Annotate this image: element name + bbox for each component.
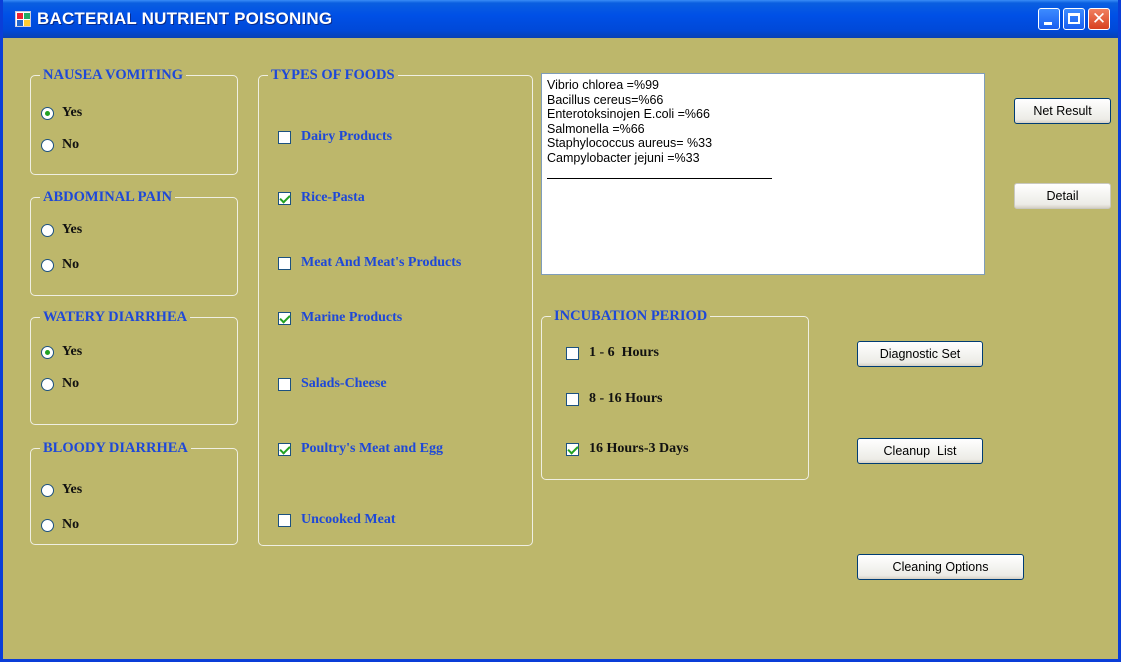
poultry-meat-egg-label: Poultry's Meat and Egg bbox=[301, 441, 443, 456]
maximize-button[interactable] bbox=[1063, 8, 1085, 30]
watery-no-label: No bbox=[62, 376, 80, 391]
meat-products-label: Meat And Meat's Products bbox=[301, 255, 462, 270]
food-item[interactable]: Poultry's Meat and Egg bbox=[278, 440, 443, 458]
incubation-period-group: INCUBATION PERIOD 1 - 6 Hours 8 - 16 Hou… bbox=[541, 307, 809, 480]
bloody-no-radio[interactable] bbox=[41, 518, 54, 532]
abdominal-yes-radio[interactable] bbox=[41, 223, 54, 237]
window-title: BACTERIAL NUTRIENT POISONING bbox=[37, 9, 333, 28]
watery-yes-option[interactable]: Yes bbox=[41, 343, 82, 361]
watery-yes-radio[interactable] bbox=[41, 345, 54, 359]
food-item[interactable]: Dairy Products bbox=[278, 128, 392, 146]
incubation-16h-3d-label: 16 Hours-3 Days bbox=[589, 441, 689, 456]
title-bar[interactable]: BACTERIAL NUTRIENT POISONING ✕ bbox=[3, 0, 1118, 38]
abdominal-pain-group: ABDOMINAL PAIN Yes No bbox=[30, 188, 238, 296]
result-line: Staphylococcus aureus= %33 bbox=[547, 136, 713, 150]
close-button[interactable]: ✕ bbox=[1088, 8, 1110, 30]
incubation-16h-3d-checkbox[interactable] bbox=[566, 442, 579, 456]
minimize-icon bbox=[1044, 22, 1052, 25]
food-item[interactable]: Meat And Meat's Products bbox=[278, 254, 461, 272]
minimize-button[interactable] bbox=[1038, 8, 1060, 30]
incubation-1-6-label: 1 - 6 Hours bbox=[589, 345, 659, 360]
nausea-vomiting-group: NAUSEA VOMITING Yes No bbox=[30, 66, 238, 175]
abdominal-no-label: No bbox=[62, 257, 80, 272]
incubation-item[interactable]: 8 - 16 Hours bbox=[566, 390, 663, 408]
cleaning-options-button[interactable]: Cleaning Options bbox=[857, 554, 1024, 580]
abdominal-pain-title: ABDOMINAL PAIN bbox=[40, 188, 176, 206]
types-of-foods-title: TYPES OF FOODS bbox=[268, 66, 398, 84]
main-window: BACTERIAL NUTRIENT POISONING ✕ NAUSEA VO… bbox=[0, 0, 1121, 662]
watery-diarrhea-group: WATERY DIARRHEA Yes No bbox=[30, 308, 238, 425]
bloody-no-option[interactable]: No bbox=[41, 516, 79, 534]
nausea-yes-radio[interactable] bbox=[41, 106, 54, 120]
marine-products-checkbox[interactable] bbox=[278, 311, 291, 325]
food-item[interactable]: Salads-Cheese bbox=[278, 375, 387, 393]
abdominal-no-option[interactable]: No bbox=[41, 256, 79, 274]
food-item[interactable]: Rice-Pasta bbox=[278, 189, 365, 207]
incubation-8-16-label: 8 - 16 Hours bbox=[589, 391, 663, 406]
cleanup-list-button[interactable]: Cleanup List bbox=[857, 438, 983, 464]
bloody-no-label: No bbox=[62, 517, 80, 532]
dairy-products-checkbox[interactable] bbox=[278, 130, 291, 144]
app-icon[interactable] bbox=[15, 11, 31, 27]
bloody-yes-label: Yes bbox=[62, 482, 83, 497]
incubation-item[interactable]: 16 Hours-3 Days bbox=[566, 440, 689, 458]
result-line: Campylobacter jejuni =%33 bbox=[547, 150, 700, 165]
result-line: Vibrio chlorea =%99 bbox=[547, 78, 659, 92]
rice-pasta-label: Rice-Pasta bbox=[301, 190, 365, 205]
salads-cheese-checkbox[interactable] bbox=[278, 377, 291, 391]
abdominal-yes-label: Yes bbox=[62, 222, 83, 237]
result-line: Enterotoksinojen E.coli =%66 bbox=[547, 107, 710, 121]
watery-no-option[interactable]: No bbox=[41, 375, 79, 393]
marine-products-label: Marine Products bbox=[301, 310, 403, 325]
poultry-meat-egg-checkbox[interactable] bbox=[278, 442, 291, 456]
nausea-vomiting-title: NAUSEA VOMITING bbox=[40, 66, 187, 84]
dairy-products-label: Dairy Products bbox=[301, 129, 393, 144]
abdominal-no-radio[interactable] bbox=[41, 258, 54, 272]
uncooked-meat-checkbox[interactable] bbox=[278, 513, 291, 527]
food-item[interactable]: Uncooked Meat bbox=[278, 511, 396, 529]
results-separator bbox=[547, 178, 772, 179]
watery-yes-label: Yes bbox=[62, 344, 83, 359]
nausea-no-label: No bbox=[62, 137, 80, 152]
incubation-period-title: INCUBATION PERIOD bbox=[551, 307, 711, 325]
meat-products-checkbox[interactable] bbox=[278, 256, 291, 270]
incubation-item[interactable]: 1 - 6 Hours bbox=[566, 344, 659, 362]
rice-pasta-checkbox[interactable] bbox=[278, 191, 291, 205]
abdominal-yes-option[interactable]: Yes bbox=[41, 221, 82, 239]
watery-diarrhea-title: WATERY DIARRHEA bbox=[40, 308, 191, 326]
diagnostic-set-button[interactable]: Diagnostic Set bbox=[857, 341, 983, 367]
net-result-button[interactable]: Net Result bbox=[1014, 98, 1111, 124]
close-icon: ✕ bbox=[1091, 9, 1107, 29]
results-listbox[interactable]: Vibrio chlorea =%99 Bacillus cereus=%66 … bbox=[541, 73, 985, 275]
incubation-8-16-checkbox[interactable] bbox=[566, 392, 579, 406]
watery-no-radio[interactable] bbox=[41, 377, 54, 391]
nausea-no-radio[interactable] bbox=[41, 138, 54, 152]
bloody-yes-radio[interactable] bbox=[41, 483, 54, 497]
result-line: Salmonella =%66 bbox=[547, 121, 645, 136]
food-item[interactable]: Marine Products bbox=[278, 309, 402, 327]
uncooked-meat-label: Uncooked Meat bbox=[301, 512, 396, 527]
detail-button[interactable]: Detail bbox=[1014, 183, 1111, 209]
result-line: Bacillus cereus=%66 bbox=[547, 92, 664, 107]
types-of-foods-group: TYPES OF FOODS Dairy Products Rice-Pasta… bbox=[258, 66, 533, 546]
maximize-icon bbox=[1068, 13, 1080, 24]
incubation-1-6-checkbox[interactable] bbox=[566, 346, 579, 360]
bloody-diarrhea-group: BLOODY DIARRHEA Yes No bbox=[30, 439, 238, 545]
salads-cheese-label: Salads-Cheese bbox=[301, 376, 387, 391]
nausea-yes-label: Yes bbox=[62, 105, 83, 120]
bloody-diarrhea-title: BLOODY DIARRHEA bbox=[40, 439, 191, 457]
bloody-yes-option[interactable]: Yes bbox=[41, 481, 82, 499]
nausea-yes-option[interactable]: Yes bbox=[41, 104, 82, 122]
nausea-no-option[interactable]: No bbox=[41, 136, 79, 154]
